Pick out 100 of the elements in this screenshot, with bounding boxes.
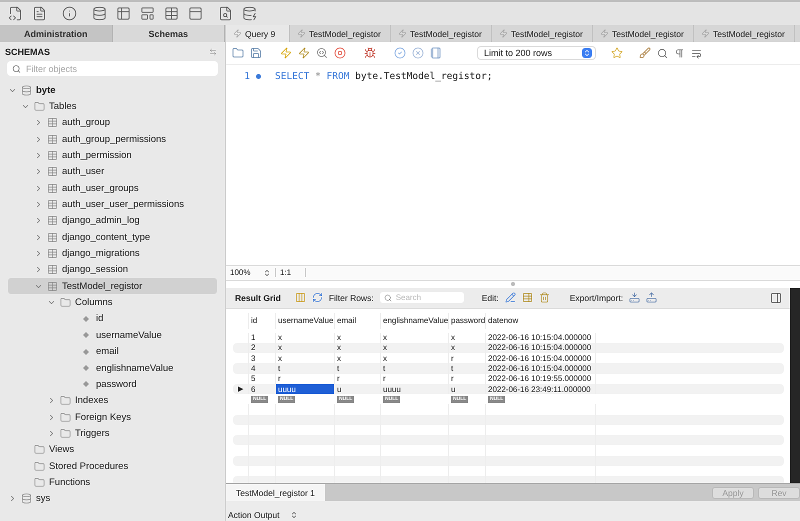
tree-item[interactable]: django_session [8,262,217,278]
tree-item[interactable]: auth_user_groups [8,180,217,196]
table-cell[interactable]: u [334,384,380,394]
brush-icon[interactable] [639,47,651,59]
table-row[interactable]: 2 x x x x 2022-06-16 10:15:04.000000 [233,342,784,354]
table-cell[interactable]: uuuu [380,384,448,394]
sidebar-tab[interactable]: Administration [0,25,112,42]
chevron-right-icon[interactable] [47,428,56,438]
search-icon[interactable] [384,294,392,302]
document-icon[interactable] [32,6,47,21]
table-cell[interactable]: t [448,363,485,374]
chevron-right-icon[interactable] [34,151,43,160]
star-icon[interactable] [611,47,623,59]
table-cell[interactable]: t [380,363,448,374]
chevron-right-icon[interactable] [34,200,43,210]
tree-item[interactable]: auth_user_user_permissions [8,196,217,213]
search-file-icon[interactable] [218,6,233,21]
column-header[interactable]: email [334,312,380,328]
tree-item[interactable]: auth_group [8,114,217,132]
table-cell[interactable]: u [448,384,485,394]
column-header[interactable]: englishnameValue [380,312,448,328]
sidebar-tab[interactable]: Schemas [112,25,225,42]
table-cell[interactable]: uuuu [275,384,334,394]
save-icon[interactable] [250,47,262,59]
new-sql-file-icon[interactable] [8,6,23,21]
tree-item[interactable]: django_content_type [8,229,217,246]
table-row[interactable]: 4 t t t t 2022-06-16 10:15:04.000000 [233,363,784,374]
column-header[interactable]: id [248,312,275,328]
table-cell[interactable]: 2022-06-16 10:15:04.000000 [485,342,595,354]
tree-item[interactable]: Columns [8,294,217,311]
tree-item[interactable]: Indexes [8,392,217,409]
tree-item[interactable]: auth_permission [8,147,217,164]
table-cell[interactable]: x [275,342,334,354]
chevron-right-icon[interactable] [8,494,17,504]
chevron-right-icon[interactable] [47,396,56,406]
table-cell[interactable]: t [275,363,334,374]
search-icon[interactable] [657,48,668,58]
splitter-handle-icon[interactable] [511,282,515,286]
pilcrow-icon[interactable] [674,48,685,58]
output-select[interactable]: Action Output [228,510,298,520]
tree-item[interactable]: sys [8,490,217,507]
tree-item[interactable]: auth_group_permissions [8,131,217,148]
tree-item[interactable]: Views [8,442,217,458]
zoom-select[interactable]: 100% [226,268,276,277]
tree-item[interactable]: usernameValue [8,327,217,344]
table-cell[interactable]: x [380,342,448,354]
table-cell[interactable]: 2022-06-16 23:49:11.000000 [485,384,595,394]
result-tab[interactable]: TestModel_registor 1 [226,484,325,501]
column-header[interactable]: datenow [485,312,595,328]
layout-icon[interactable] [140,6,155,21]
import-icon[interactable] [646,292,658,303]
chevron-right-icon[interactable] [34,232,43,242]
search-field[interactable]: Search [380,292,464,303]
chevron-right-icon[interactable] [34,265,43,274]
tree-item[interactable]: englishnameValue [8,360,217,376]
table-cell[interactable]: 2022-06-16 10:15:04.000000 [485,363,595,374]
folder-icon[interactable] [232,47,244,59]
tree-item[interactable]: Stored Procedures [8,458,217,474]
lightning-icon[interactable] [280,47,292,59]
table-cell[interactable]: x [334,342,380,354]
table-cell[interactable]: x [448,342,485,354]
columns-icon[interactable] [294,292,306,303]
tree-item[interactable]: django_admin_log [8,212,217,230]
chevron-right-icon[interactable] [47,412,56,422]
table-icon[interactable] [116,6,131,21]
stop-icon[interactable] [334,47,346,59]
table-cell[interactable]: 4 [248,363,275,374]
edit-icon[interactable] [504,292,516,303]
grid-icon[interactable] [164,6,179,21]
tree-item[interactable]: django_migrations [8,245,217,262]
tree-item[interactable]: auth_user [8,164,217,180]
tree-item[interactable]: id [8,310,217,328]
window-icon[interactable] [188,6,203,21]
search-icon[interactable] [12,64,21,73]
table-cell[interactable]: 2 [248,342,275,354]
tree-item[interactable]: password [8,376,217,393]
tree-item[interactable]: Functions [8,474,217,491]
chevron-right-icon[interactable] [34,249,43,258]
info-icon[interactable] [62,6,77,21]
tree-item[interactable]: TestModel_registor [8,278,217,294]
delete-row-icon[interactable] [538,292,550,303]
tree-item[interactable]: Foreign Keys [8,408,217,426]
table-cell[interactable]: t [334,363,380,374]
tree-item[interactable]: Triggers [8,425,217,442]
column-header[interactable]: usernameValue [275,312,334,328]
panel-toggle-icon[interactable] [770,292,782,304]
swap-icon[interactable] [209,48,217,56]
database-icon[interactable] [92,6,107,21]
tree-item[interactable]: Tables [8,98,217,115]
tree-item[interactable]: byte [8,82,217,98]
chevron-right-icon[interactable] [34,216,43,226]
column-header[interactable]: password [448,312,485,328]
chevron-right-icon[interactable] [34,134,43,144]
chevron-right-icon[interactable] [34,184,43,193]
wrap-text-icon[interactable] [691,48,702,58]
tree-item[interactable]: email [8,344,217,360]
limit-select[interactable]: Limit to 200 rows [478,47,595,59]
filter-field[interactable]: Filter objects [7,61,218,76]
chevron-right-icon[interactable] [34,167,43,176]
refresh-icon[interactable] [312,292,323,303]
